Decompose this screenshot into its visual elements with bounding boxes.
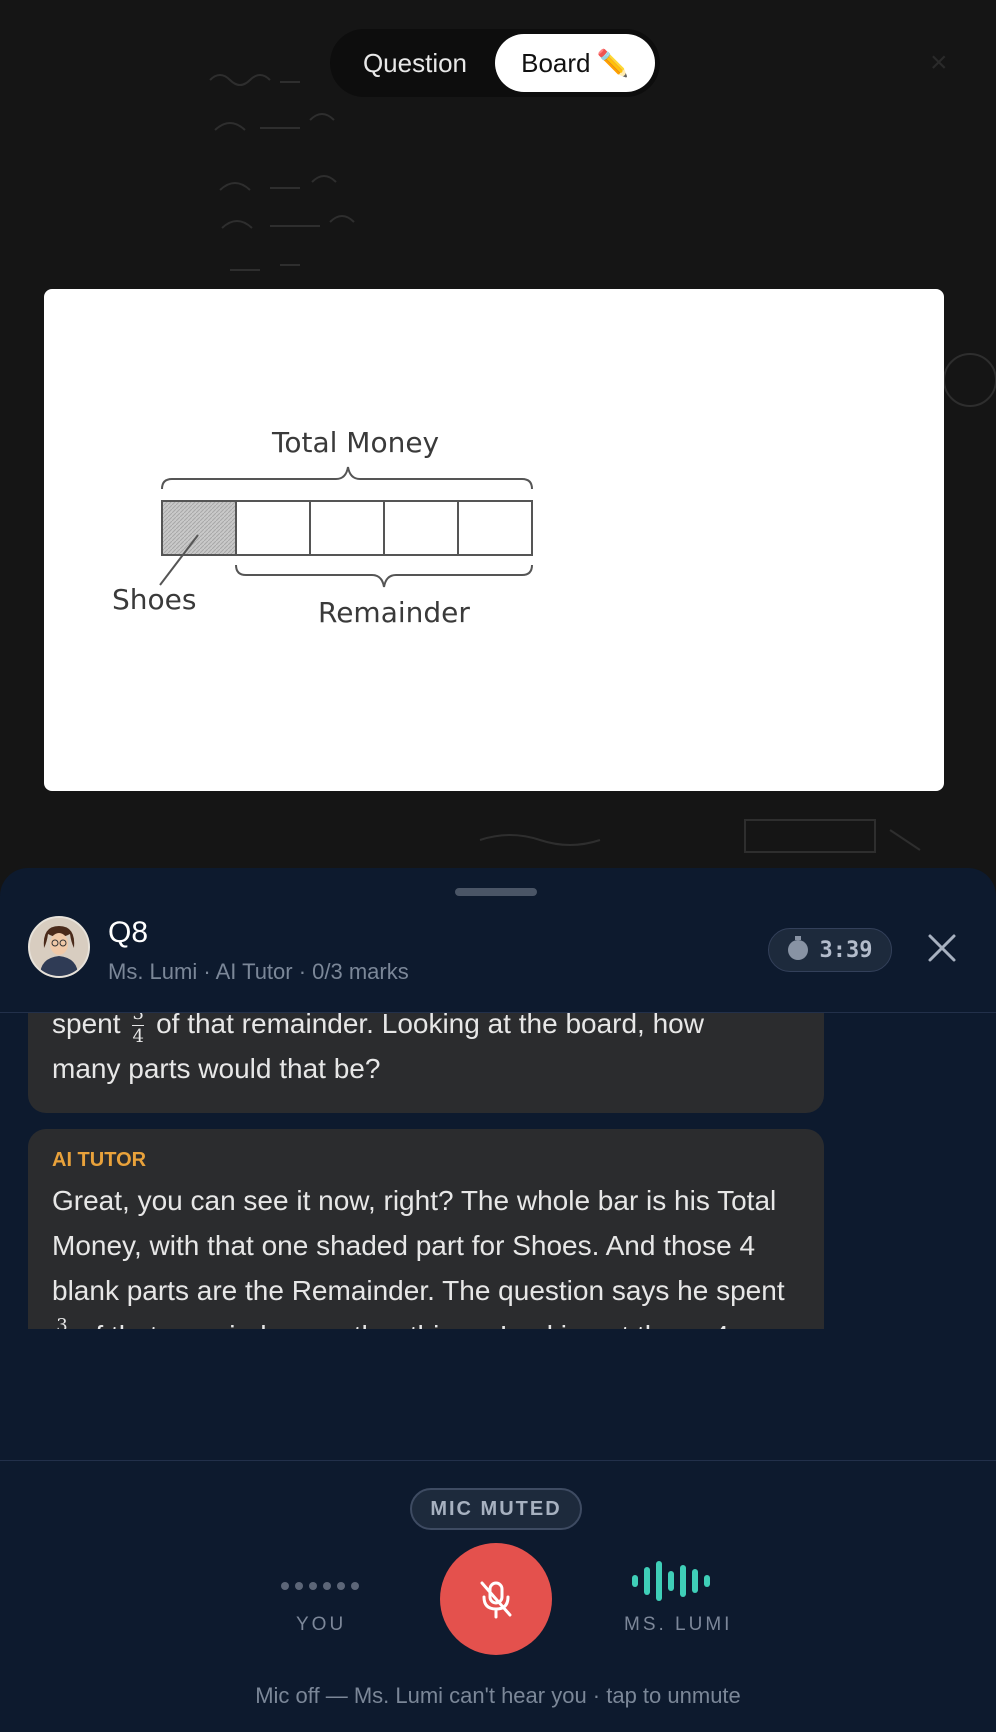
top-brace xyxy=(161,466,533,490)
controls-divider xyxy=(0,1460,996,1461)
bar-part xyxy=(309,500,385,556)
tutor-subtitle: Ms. Lumi · AI Tutor · 0/3 marks xyxy=(108,959,409,984)
fraction: 34 xyxy=(132,1013,145,1047)
message-text: spent 34 of that remainder. Looking at t… xyxy=(52,1013,704,1046)
bar-model-diagram: Total Money Shoes Remainder xyxy=(112,426,533,629)
mic-status-badge: MIC MUTED xyxy=(410,1488,582,1530)
chat-bubble: spent 34 of that remainder. Looking at t… xyxy=(28,1013,824,1113)
chat-bubble-ai: AI TUTOR Great, you can see it now, righ… xyxy=(28,1129,824,1329)
tab-board-label: Board xyxy=(521,47,591,78)
avatar xyxy=(28,916,90,978)
board-card: Total Money Shoes Remainder xyxy=(44,289,944,791)
view-toggle: Question Board ✏️ xyxy=(330,29,660,97)
question-title: Q8 xyxy=(108,916,149,949)
bottom-brace xyxy=(235,564,533,588)
bar-part xyxy=(457,500,533,556)
background-close-icon: × xyxy=(930,46,948,79)
stopwatch-icon xyxy=(787,936,808,960)
user-audio-dots-icon xyxy=(281,1582,359,1590)
user-label: YOU xyxy=(296,1614,347,1635)
bar-part xyxy=(383,500,459,556)
label-remainder: Remainder xyxy=(318,596,470,629)
timer-badge: 3:39 xyxy=(768,928,892,972)
tutor-waveform-icon xyxy=(632,1561,710,1601)
sender-label: AI TUTOR xyxy=(52,1149,147,1171)
tutor-avatar-illustration xyxy=(30,918,88,976)
timer-value: 3:39 xyxy=(819,937,873,963)
bar-part xyxy=(235,500,311,556)
message-text: many parts would that be? xyxy=(52,1053,381,1084)
mic-off-icon xyxy=(480,1581,512,1619)
label-shoes: Shoes xyxy=(112,583,196,616)
fraction: 34 xyxy=(56,1316,68,1329)
tutor-sheet: Q8 Ms. Lumi · AI Tutor · 0/3 marks 3:39 … xyxy=(0,868,996,1732)
mic-toggle-button[interactable] xyxy=(440,1543,552,1655)
tab-question[interactable]: Question xyxy=(335,34,495,92)
tab-board[interactable]: Board ✏️ xyxy=(495,34,655,92)
close-icon xyxy=(928,934,956,962)
chat-messages[interactable]: spent 34 of that remainder. Looking at t… xyxy=(0,1013,996,1329)
drag-handle[interactable] xyxy=(455,888,537,896)
message-text: Great, you can see it now, right? The wh… xyxy=(52,1178,800,1329)
tutor-label: MS. LUMI xyxy=(624,1614,733,1635)
pencil-icon: ✏️ xyxy=(596,47,629,78)
unmute-hint[interactable]: Mic off — Ms. Lumi can't hear you · tap … xyxy=(0,1683,996,1709)
label-total-money: Total Money xyxy=(271,426,439,459)
bar-part-shaded xyxy=(161,500,237,556)
close-button[interactable] xyxy=(922,928,962,968)
